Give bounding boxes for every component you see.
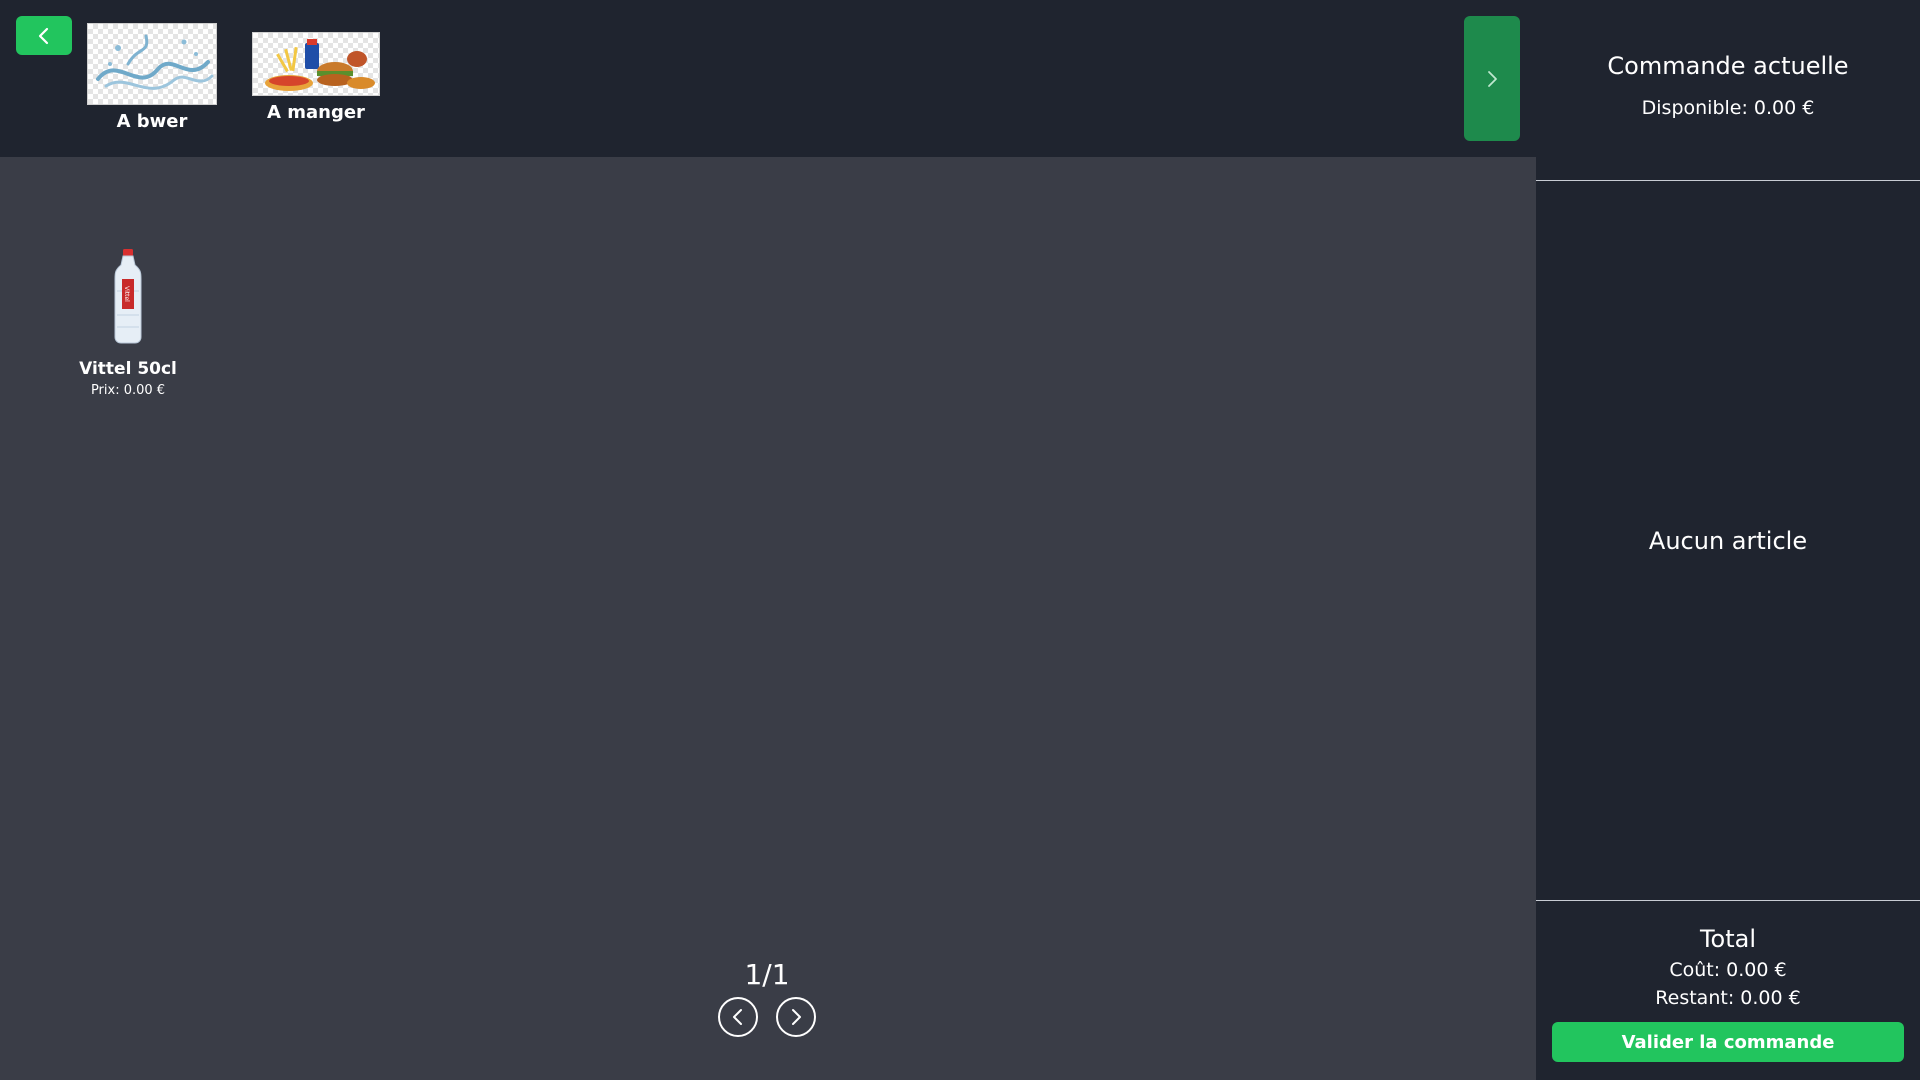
product-card[interactable]: Vittel Vittel 50cl Prix: 0.00 € [70,245,186,398]
svg-text:Vittel: Vittel [123,286,130,302]
chevron-left-icon [733,1009,742,1025]
order-remaining: Restant: 0.00 € [1655,987,1801,1009]
category-food[interactable]: A manger [252,32,380,123]
pagination: 1/1 [700,958,834,1037]
validate-order-button[interactable]: Valider la commande [1552,1022,1904,1062]
empty-order-message: Aucun article [1648,526,1808,555]
water-bottle-image: Vittel [70,245,186,345]
category-label: A bwer [116,111,188,132]
available-balance: Disponible: 0.00 € [1641,97,1815,119]
order-summary: Total Coût: 0.00 € Restant: 0.00 € [1536,901,1920,1009]
order-panel: Commande actuelle Disponible: 0.00 € Auc… [1536,0,1920,1080]
chevron-right-icon [1488,70,1497,87]
category-drinks[interactable]: A bwer [87,23,217,132]
fast-food-image [252,32,380,96]
category-label: A manger [267,102,365,123]
page-buttons [700,997,834,1037]
previous-page-button[interactable] [718,997,758,1037]
order-items-list: Aucun article [1536,181,1920,901]
chevron-right-icon [792,1009,801,1025]
back-button[interactable] [16,16,72,55]
order-cost: Coût: 0.00 € [1669,959,1787,981]
category-bar: A bwer A manger [0,0,1536,157]
order-title: Commande actuelle [1607,52,1849,80]
page-indicator: 1/1 [744,958,790,991]
next-categories-button[interactable] [1464,16,1520,141]
product-price: Prix: 0.00 € [90,383,166,398]
next-page-button[interactable] [776,997,816,1037]
product-name: Vittel 50cl [79,359,177,379]
order-header: Commande actuelle Disponible: 0.00 € [1536,0,1920,181]
chevron-left-icon [38,27,49,44]
total-title: Total [1699,925,1757,953]
water-splash-image [87,23,217,105]
